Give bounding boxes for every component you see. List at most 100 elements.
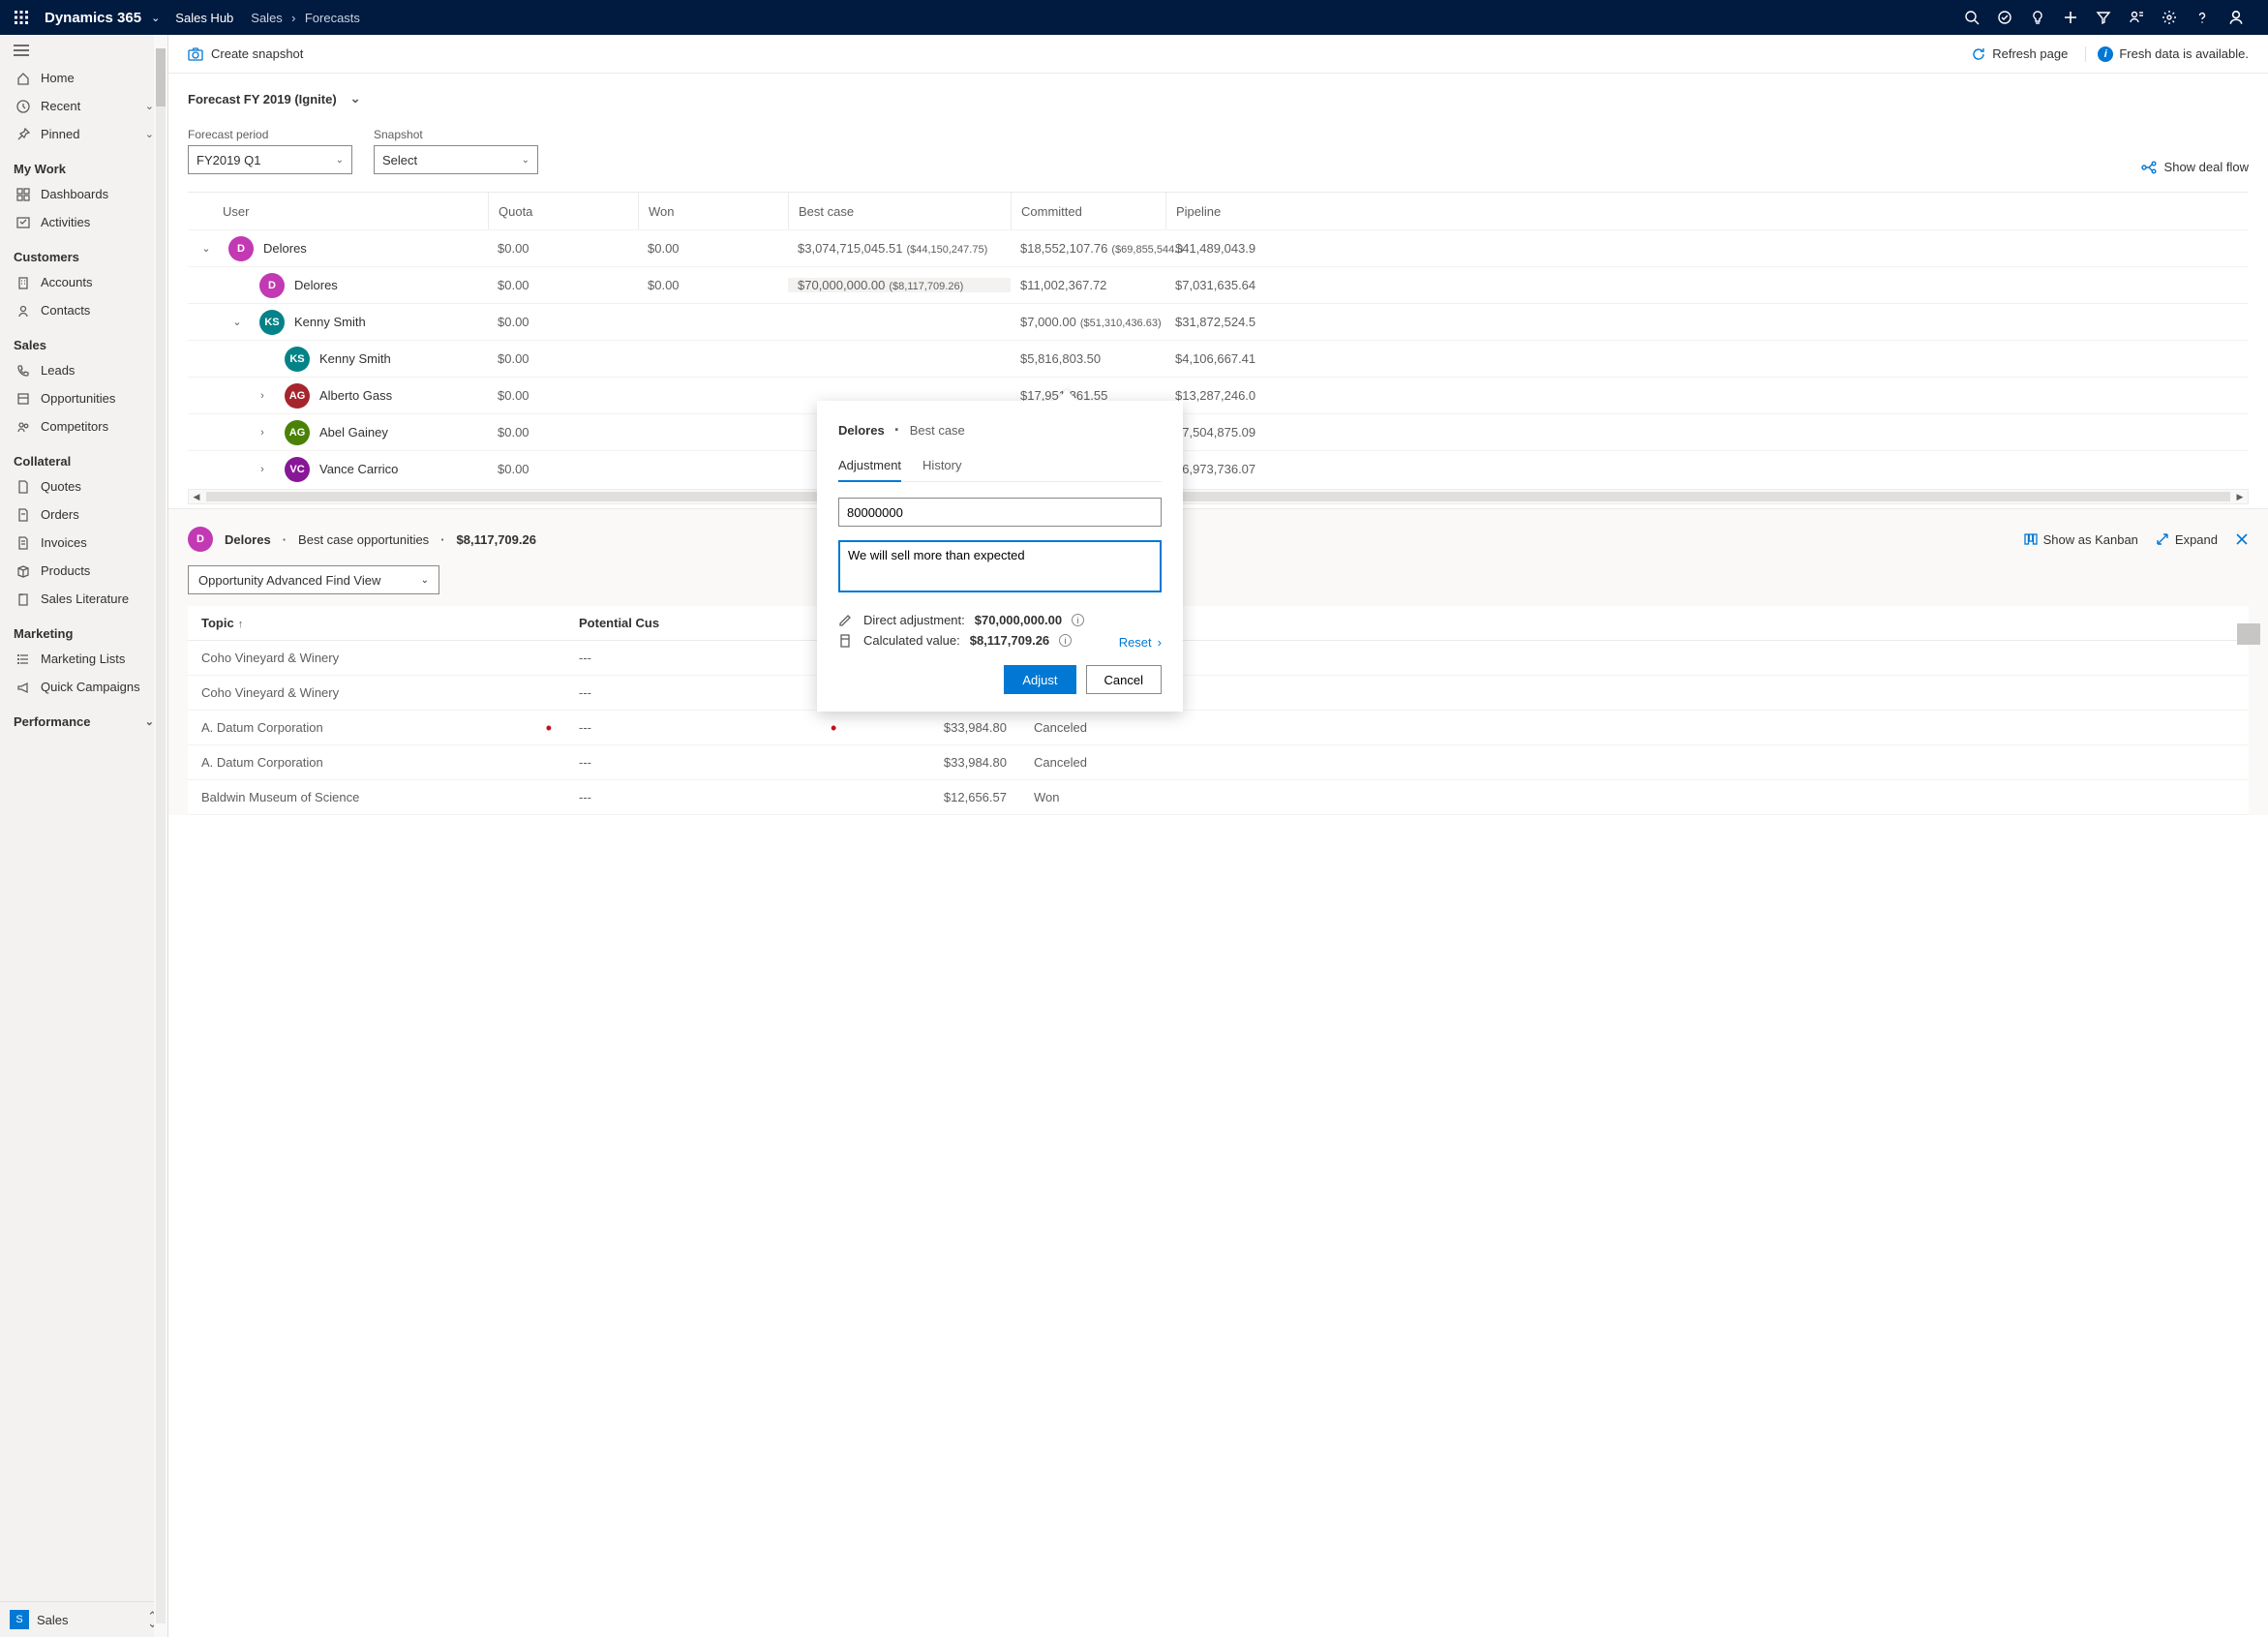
sidebar-section-performance[interactable]: Performance⌄ [0, 701, 167, 733]
chevron-down-icon: ⌄ [522, 155, 529, 166]
user-icon[interactable] [2227, 9, 2260, 26]
adjustment-value-input[interactable] [838, 498, 1162, 527]
table-row[interactable]: Coho Vineyard & Winery---$26,454.94Cance… [188, 641, 2249, 676]
expand-icon[interactable]: ⌄ [194, 242, 219, 255]
cell-pipeline[interactable]: $31,872,524.5 [1165, 315, 2249, 329]
col-won[interactable]: Won [638, 193, 788, 229]
cell-committed[interactable]: $11,002,367.72 [1011, 278, 1165, 292]
table-row[interactable]: ›VCVance Carrico$0.00$12,564,834.85$6,97… [188, 450, 2249, 487]
sidebar-item-saleslit[interactable]: Sales Literature [0, 585, 167, 613]
sidebar-item-activities[interactable]: Activities [0, 208, 167, 236]
tab-history[interactable]: History [922, 458, 961, 481]
cell-committed[interactable]: $5,816,803.50 [1011, 351, 1165, 366]
sidebar-item-recent[interactable]: Recent⌄ [0, 92, 167, 120]
col-quota[interactable]: Quota [488, 193, 638, 229]
col-best[interactable]: Best case [788, 193, 1011, 229]
gear-icon[interactable] [2162, 10, 2194, 25]
expand-icon[interactable]: › [250, 464, 275, 475]
assistant-icon[interactable] [2129, 10, 2162, 25]
table-row[interactable]: ⌄KSKenny Smith$0.00$7,000.00($51,310,436… [188, 303, 2249, 340]
sidebar-scrollbar[interactable] [154, 35, 167, 1637]
brand-chevron-icon[interactable]: ⌄ [151, 12, 160, 24]
cell-committed[interactable]: $18,552,107.76($69,855,544.3 [1011, 241, 1165, 256]
sidebar-item-mktlists[interactable]: Marketing Lists [0, 645, 167, 673]
col-status[interactable]: Status Reason [1020, 616, 2235, 630]
sidebar-item-home[interactable]: Home [0, 64, 167, 92]
task-icon[interactable] [1997, 10, 2030, 25]
table-row[interactable]: ⌄DDelores$0.00$0.00$3,074,715,045.51($44… [188, 229, 2249, 266]
cell-pipeline[interactable]: $6,973,736.07 [1165, 462, 2249, 476]
sidebar-item-quickcamp[interactable]: Quick Campaigns [0, 673, 167, 701]
scroll-left-icon[interactable]: ◀ [189, 490, 204, 503]
col-pipeline[interactable]: Pipeline [1165, 193, 2249, 229]
sidebar-item-competitors[interactable]: Competitors [0, 412, 167, 440]
expand-icon[interactable]: › [250, 427, 275, 439]
sidebar-item-contacts[interactable]: Contacts [0, 296, 167, 324]
table-row[interactable]: A. Datum Corporation•---•$33,984.80Cance… [188, 711, 2249, 745]
hub-label[interactable]: Sales Hub [175, 11, 233, 25]
cell-pipeline[interactable]: $13,287,246.0 [1165, 388, 2249, 403]
document-icon [14, 480, 33, 494]
info-icon[interactable]: i [1059, 634, 1072, 647]
table-row[interactable]: ›AGAlberto Gass$0.00$17,951,861.55$13,28… [188, 377, 2249, 413]
snapshot-select[interactable]: Select⌄ [374, 145, 538, 174]
expand-icon[interactable]: › [250, 390, 275, 402]
col-user[interactable]: User [188, 193, 488, 229]
cell-bestcase[interactable]: $70,000,000.00($8,117,709.26) [788, 278, 1011, 292]
cancel-button[interactable]: Cancel [1086, 665, 1162, 694]
app-launcher-icon[interactable] [8, 11, 35, 24]
sidebar-item-products[interactable]: Products [0, 557, 167, 585]
lightbulb-icon[interactable] [2030, 10, 2063, 25]
reset-button[interactable]: Reset› [1119, 635, 1162, 650]
view-select[interactable]: Opportunity Advanced Find View⌄ [188, 565, 439, 594]
adjust-button[interactable]: Adjust [1004, 665, 1075, 694]
adjustment-note-input[interactable] [838, 540, 1162, 592]
expand-button[interactable]: Expand [2156, 532, 2218, 547]
sidebar-item-quotes[interactable]: Quotes [0, 472, 167, 500]
sidebar-item-orders[interactable]: Orders [0, 500, 167, 529]
table-row[interactable]: KSKenny Smith$0.00$5,816,803.50$4,106,66… [188, 340, 2249, 377]
breadcrumb-root[interactable]: Sales [251, 11, 283, 25]
app-switcher[interactable]: S Sales ⌃⌄ [0, 1601, 167, 1637]
scroll-right-icon[interactable]: ▶ [2232, 490, 2248, 503]
sidebar-item-accounts[interactable]: Accounts [0, 268, 167, 296]
col-committed[interactable]: Committed [1011, 193, 1165, 229]
hamburger-icon[interactable] [0, 35, 167, 64]
table-row[interactable]: Baldwin Museum of Science---$12,656.57Wo… [188, 780, 2249, 815]
filter-icon[interactable] [2096, 10, 2129, 25]
cell-committed[interactable]: $7,000.00($51,310,436.63) [1011, 315, 1165, 329]
brand-label[interactable]: Dynamics 365 [45, 10, 141, 26]
cell-pipeline[interactable]: $41,489,043.9 [1165, 241, 2249, 256]
table-row[interactable]: DDelores$0.00$0.00$70,000,000.00($8,117,… [188, 266, 2249, 303]
cell-quota: $0.00 [488, 462, 638, 476]
table-row[interactable]: Coho Vineyard & Winery---$26,454.94Cance… [188, 676, 2249, 711]
expand-icon[interactable]: ⌄ [225, 316, 250, 328]
cell-bestcase[interactable]: $3,074,715,045.51($44,150,247.75) [788, 241, 1011, 256]
table-row[interactable]: ›AGAbel Gainey$0.00$14,976,936.73$7,504,… [188, 413, 2249, 450]
cell-pipeline[interactable]: $4,106,667.41 [1165, 351, 2249, 366]
cell-pipeline[interactable]: $7,504,875.09 [1165, 425, 2249, 440]
help-icon[interactable] [2194, 10, 2227, 25]
col-customer[interactable]: Potential Cus [565, 616, 817, 630]
refresh-button[interactable]: Refresh page [1971, 46, 2068, 62]
add-icon[interactable] [2063, 10, 2096, 25]
search-icon[interactable] [1964, 10, 1997, 25]
show-deal-flow-button[interactable]: Show deal flow [2141, 160, 2249, 174]
breadcrumb-leaf[interactable]: Forecasts [305, 11, 360, 25]
info-icon[interactable]: i [1072, 614, 1084, 626]
close-panel-button[interactable] [2235, 532, 2249, 546]
sidebar-item-dashboards[interactable]: Dashboards [0, 180, 167, 208]
show-kanban-button[interactable]: Show as Kanban [2024, 532, 2138, 547]
period-select[interactable]: FY2019 Q1⌄ [188, 145, 352, 174]
sidebar-item-leads[interactable]: Leads [0, 356, 167, 384]
col-topic[interactable]: Topic↑ [188, 616, 565, 630]
sidebar-item-invoices[interactable]: Invoices [0, 529, 167, 557]
create-snapshot-button[interactable]: Create snapshot [188, 46, 303, 61]
grid-horizontal-scrollbar[interactable]: ◀▶ [188, 489, 2249, 504]
tab-adjustment[interactable]: Adjustment [838, 458, 901, 482]
sidebar-item-pinned[interactable]: Pinned⌄ [0, 120, 167, 148]
sidebar-item-opportunities[interactable]: Opportunities [0, 384, 167, 412]
cell-pipeline[interactable]: $7,031,635.64 [1165, 278, 2249, 292]
table-row[interactable]: A. Datum Corporation---$33,984.80Cancele… [188, 745, 2249, 780]
page-title[interactable]: Forecast FY 2019 (Ignite) ⌄ [188, 91, 2249, 106]
